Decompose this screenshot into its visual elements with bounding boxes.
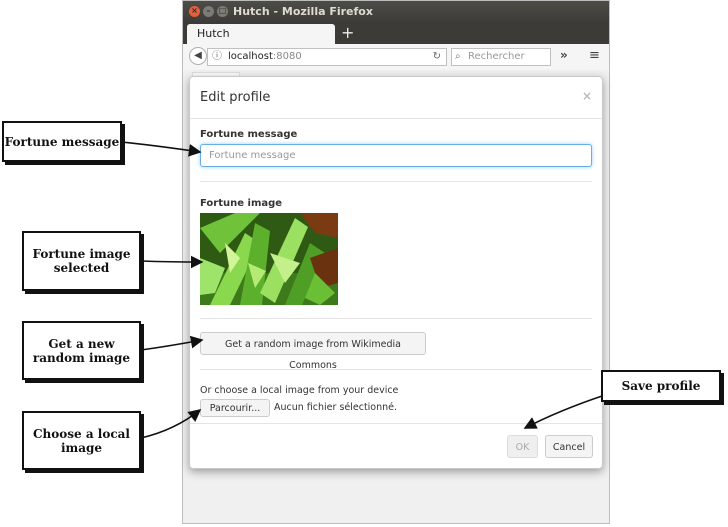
- fortune-message-label: Fortune message: [200, 129, 298, 140]
- ok-button[interactable]: OK: [507, 435, 538, 458]
- local-image-text: Or choose a local image from your device: [200, 385, 399, 396]
- overflow-menu-icon[interactable]: »: [560, 48, 568, 62]
- window-maximize-button[interactable]: □: [217, 6, 228, 17]
- divider: [200, 181, 592, 182]
- edit-profile-modal: Edit profile × Fortune message Fortune i…: [189, 76, 603, 469]
- new-tab-button[interactable]: +: [341, 23, 354, 43]
- random-image-button[interactable]: Get a random image from Wikimedia Common…: [200, 332, 426, 371]
- window-title: Hutch - Mozilla Firefox: [233, 5, 373, 18]
- fortune-message-input[interactable]: [200, 144, 592, 167]
- window-close-button[interactable]: ×: [189, 6, 200, 17]
- title-bar: × – □ Hutch - Mozilla Firefox: [183, 1, 609, 23]
- url-port: :8080: [272, 51, 302, 62]
- navigation-bar: ◀ ⓘ localhost:8080 ↻ ⌕ Rechercher » ≡: [183, 44, 609, 71]
- reload-icon[interactable]: ↻: [433, 49, 441, 65]
- modal-title: Edit profile: [200, 90, 271, 105]
- callout-random-image: Get a new random image: [22, 321, 141, 380]
- no-file-selected-text: Aucun fichier sélectionné.: [274, 402, 398, 413]
- modal-header: Edit profile ×: [190, 77, 602, 119]
- url-text: localhost:8080: [228, 49, 302, 65]
- divider: [200, 318, 592, 319]
- callout-save-profile: Save profile: [601, 370, 721, 402]
- tab-bar: Hutch +: [183, 23, 609, 44]
- callout-fortune-image-selected: Fortune image selected: [22, 231, 141, 291]
- fortune-image-picture: [200, 213, 338, 305]
- cancel-button[interactable]: Cancel: [545, 435, 593, 458]
- modal-footer-divider: [190, 423, 602, 424]
- browse-file-button[interactable]: Parcourir...: [200, 399, 270, 417]
- info-icon[interactable]: ⓘ: [212, 49, 222, 65]
- search-placeholder: Rechercher: [468, 51, 525, 62]
- callout-fortune-message: Fortune message: [2, 121, 122, 162]
- search-input[interactable]: ⌕ Rechercher: [451, 48, 551, 66]
- hamburger-menu-icon[interactable]: ≡: [589, 48, 600, 63]
- window-minimize-button[interactable]: –: [203, 6, 214, 17]
- back-button[interactable]: ◀: [189, 47, 207, 65]
- tab-hutch[interactable]: Hutch: [187, 24, 335, 44]
- url-bar[interactable]: ⓘ localhost:8080 ↻: [207, 48, 447, 66]
- close-icon[interactable]: ×: [582, 89, 592, 103]
- fortune-image: [200, 213, 338, 305]
- fortune-image-label: Fortune image: [200, 198, 283, 209]
- divider: [200, 369, 592, 370]
- callout-choose-local-image: Choose a local image: [22, 411, 141, 470]
- search-icon: ⌕: [455, 51, 461, 62]
- url-host: localhost: [228, 51, 273, 62]
